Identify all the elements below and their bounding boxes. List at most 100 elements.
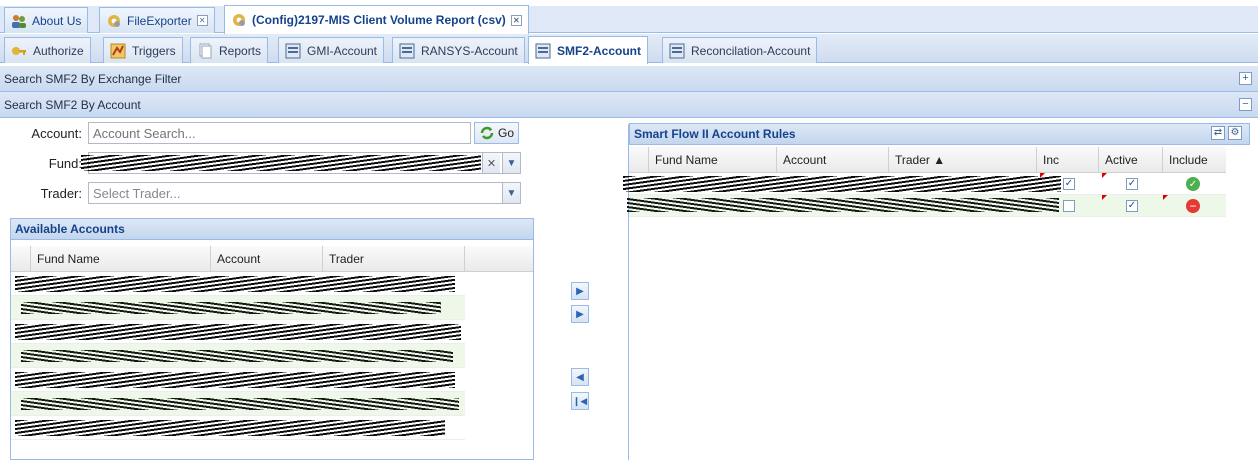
tab-ransys-account[interactable]: RANSYS-Account bbox=[392, 37, 525, 63]
table-row[interactable] bbox=[11, 296, 465, 320]
tab-smf2-account-label: SMF2-Account bbox=[557, 43, 641, 58]
redaction-mark bbox=[15, 420, 445, 436]
move-left-button[interactable]: ◀ bbox=[571, 368, 589, 386]
tab-config-report[interactable]: (Config)2197-MIS Client Volume Report (c… bbox=[224, 5, 529, 34]
clear-icon[interactable]: ✕ bbox=[482, 153, 500, 173]
column-trader-sorted[interactable]: Trader ▲ bbox=[889, 147, 1037, 172]
check-circle-icon[interactable]: ✓ bbox=[1186, 177, 1200, 191]
tab-authorize-label: Authorize bbox=[33, 43, 84, 58]
redaction-mark bbox=[21, 302, 441, 314]
tab-fileexporter-label: FileExporter bbox=[127, 13, 192, 28]
expand-icon[interactable]: + bbox=[1239, 72, 1252, 85]
tab-reconcilation-account[interactable]: Reconcilation-Account bbox=[662, 37, 818, 63]
column-inc[interactable]: Inc bbox=[1037, 147, 1099, 172]
section-by-account[interactable]: Search SMF2 By Account − bbox=[0, 92, 1258, 118]
reports-icon bbox=[199, 43, 212, 58]
chevron-down-icon[interactable]: ▼ bbox=[502, 153, 520, 173]
first-icon: ❙◀ bbox=[572, 395, 588, 406]
redaction-mark bbox=[15, 324, 461, 340]
dirty-marker bbox=[1102, 173, 1107, 178]
rules-grid-header: Fund Name Account Trader ▲ Inc Active In… bbox=[629, 147, 1226, 173]
close-icon[interactable]: ✕ bbox=[510, 14, 522, 26]
active-checkbox[interactable]: ✓ bbox=[1126, 200, 1138, 212]
table-row[interactable] bbox=[11, 416, 465, 440]
minus-circle-icon[interactable]: − bbox=[1186, 199, 1200, 213]
active-checkbox[interactable]: ✓ bbox=[1126, 178, 1138, 190]
dirty-marker bbox=[1163, 195, 1168, 200]
available-accounts-header: Fund Name Account Trader bbox=[11, 246, 533, 272]
table-row[interactable] bbox=[11, 344, 465, 368]
checkbox-column bbox=[11, 246, 31, 271]
tab-authorize[interactable]: Authorize bbox=[4, 37, 91, 63]
account-search-input[interactable] bbox=[88, 122, 471, 144]
grid-icon bbox=[285, 43, 301, 58]
collapse-icon[interactable]: − bbox=[1239, 98, 1252, 111]
table-row[interactable]: ✓ − bbox=[627, 195, 1226, 217]
rules-panel-title: Smart Flow II Account Rules bbox=[629, 123, 1250, 145]
tab-ransys-account-label: RANSYS-Account bbox=[421, 43, 518, 58]
trader-label: Trader: bbox=[40, 186, 82, 201]
redaction-mark bbox=[623, 176, 1061, 192]
refresh-icon[interactable]: ⇄ bbox=[1211, 126, 1225, 140]
column-fund-name[interactable]: Fund Name bbox=[649, 147, 777, 172]
account-label: Account: bbox=[31, 126, 82, 141]
dirty-marker bbox=[1040, 173, 1045, 178]
redaction-mark bbox=[627, 198, 1059, 212]
tab-gmi-account-label: GMI-Account bbox=[307, 43, 378, 58]
gear-icon bbox=[233, 14, 245, 26]
column-account[interactable]: Account bbox=[777, 147, 889, 172]
column-fund-name[interactable]: Fund Name bbox=[31, 246, 211, 271]
redaction-mark bbox=[15, 372, 455, 388]
inc-checkbox[interactable]: ✓ bbox=[1063, 178, 1075, 190]
go-label: Go bbox=[498, 126, 515, 140]
table-row[interactable]: ✓ ✓ ✓ bbox=[623, 173, 1226, 195]
trader-combo[interactable]: Select Trader... ▼ bbox=[88, 182, 521, 204]
tab-config-report-label: (Config)2197-MIS Client Volume Report (c… bbox=[252, 13, 506, 27]
grid-icon bbox=[669, 43, 685, 58]
tab-about-us[interactable]: About Us bbox=[4, 7, 89, 33]
column-account[interactable]: Account bbox=[211, 246, 323, 271]
gear-icon bbox=[108, 14, 120, 27]
table-row[interactable] bbox=[11, 272, 465, 296]
arrow-left-icon: ◀ bbox=[576, 371, 584, 383]
redaction-mark bbox=[81, 155, 481, 171]
fund-combo[interactable]: ✕ ▼ bbox=[81, 152, 521, 174]
users-icon bbox=[12, 14, 26, 28]
tab-triggers-label: Triggers bbox=[132, 43, 176, 58]
go-button[interactable]: Go bbox=[474, 122, 520, 144]
column-include[interactable]: Include bbox=[1163, 147, 1226, 172]
tab-reports[interactable]: Reports bbox=[190, 37, 269, 63]
chevron-down-icon[interactable]: ▼ bbox=[502, 183, 520, 203]
triggers-icon bbox=[110, 43, 126, 58]
tab-gmi-account[interactable]: GMI-Account bbox=[278, 37, 385, 63]
available-accounts-rows bbox=[11, 272, 465, 440]
section-exchange-filter-title: Search SMF2 By Exchange Filter bbox=[4, 71, 182, 86]
move-all-right-button[interactable]: ▶ bbox=[571, 305, 589, 323]
available-accounts-title: Available Accounts bbox=[10, 218, 534, 240]
tab-smf2-account[interactable]: SMF2-Account bbox=[528, 36, 648, 64]
column-trader[interactable]: Trader bbox=[323, 246, 465, 271]
refresh-icon bbox=[480, 126, 494, 140]
move-right-button[interactable]: ▶ bbox=[571, 282, 589, 300]
tab-fileexporter[interactable]: FileExporter ✕ bbox=[99, 7, 215, 33]
redaction-mark bbox=[21, 350, 453, 362]
section-exchange-filter[interactable]: Search SMF2 By Exchange Filter + bbox=[0, 66, 1258, 92]
arrow-right-icon: ▶ bbox=[576, 308, 584, 320]
close-icon[interactable]: ✕ bbox=[196, 15, 208, 26]
inc-checkbox[interactable] bbox=[1063, 200, 1075, 212]
grid-icon bbox=[399, 43, 415, 58]
grid-icon bbox=[535, 43, 551, 58]
tab-about-us-label: About Us bbox=[32, 13, 82, 28]
tab-reconcilation-account-label: Reconcilation-Account bbox=[691, 43, 811, 58]
redaction-mark bbox=[15, 276, 455, 292]
table-row[interactable] bbox=[11, 320, 465, 344]
table-row[interactable] bbox=[11, 368, 465, 392]
column-active[interactable]: Active bbox=[1099, 147, 1163, 172]
move-all-left-button[interactable]: ❙◀ bbox=[571, 392, 589, 410]
key-icon bbox=[12, 46, 26, 55]
table-row[interactable] bbox=[11, 392, 465, 416]
gear-icon[interactable]: ⚙ bbox=[1228, 126, 1242, 140]
tab-triggers[interactable]: Triggers bbox=[103, 37, 183, 63]
trader-placeholder: Select Trader... bbox=[93, 185, 181, 201]
checkbox-column bbox=[629, 147, 649, 172]
